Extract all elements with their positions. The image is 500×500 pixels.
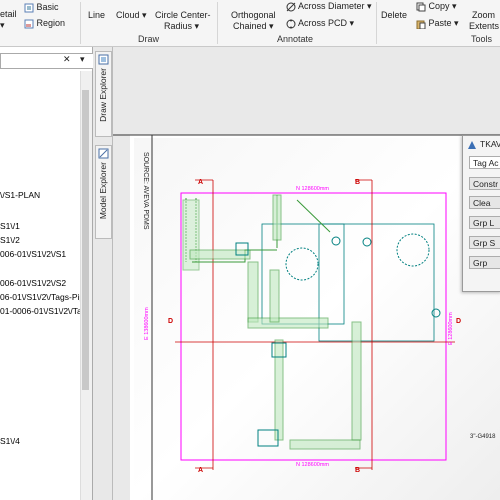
pipe-segment — [272, 194, 282, 241]
tool-dialog: TKAV Tag Ac Constr Clea Grp L Grp S Grp — [462, 135, 500, 292]
dimension-left: E 138600mm — [144, 307, 150, 340]
group-button[interactable]: Grp — [469, 256, 500, 269]
section-label-d: D — [456, 318, 461, 325]
source-text: SOURCE: AVEVA PDMS — [142, 152, 149, 230]
clear-button[interactable]: Clea — [469, 196, 500, 209]
construct-button[interactable]: Constr — [469, 177, 500, 190]
section-label-a: A — [198, 179, 203, 186]
pipe-segment — [247, 317, 329, 329]
dialog-title: TKAV — [480, 139, 500, 149]
dimension-bottom: N 128600mm — [296, 462, 329, 468]
tag-action-dropdown[interactable]: Tag Ac — [469, 156, 500, 169]
section-label-b: B — [355, 467, 360, 474]
pipe-segment — [247, 261, 259, 323]
pipe-segment — [269, 269, 280, 323]
pipe-segment — [274, 339, 284, 441]
section-label-a: A — [198, 467, 203, 474]
pipe-segment — [351, 321, 362, 441]
pipe-segment — [289, 439, 361, 450]
group-l-button[interactable]: Grp L — [469, 216, 500, 229]
dialog-app-icon — [468, 141, 476, 149]
drawing-sheet[interactable]: SOURCE: AVEVA PDMS A A B B D D N 128600m… — [0, 0, 500, 500]
dimension-top: N 128600mm — [296, 186, 329, 192]
pipe-tag: 3"-G4918 — [470, 434, 496, 440]
group-s-button[interactable]: Grp S — [469, 236, 500, 249]
section-label-d: D — [168, 318, 173, 325]
dimension-right: E 128600mm — [448, 312, 454, 345]
section-label-b: B — [355, 179, 360, 186]
